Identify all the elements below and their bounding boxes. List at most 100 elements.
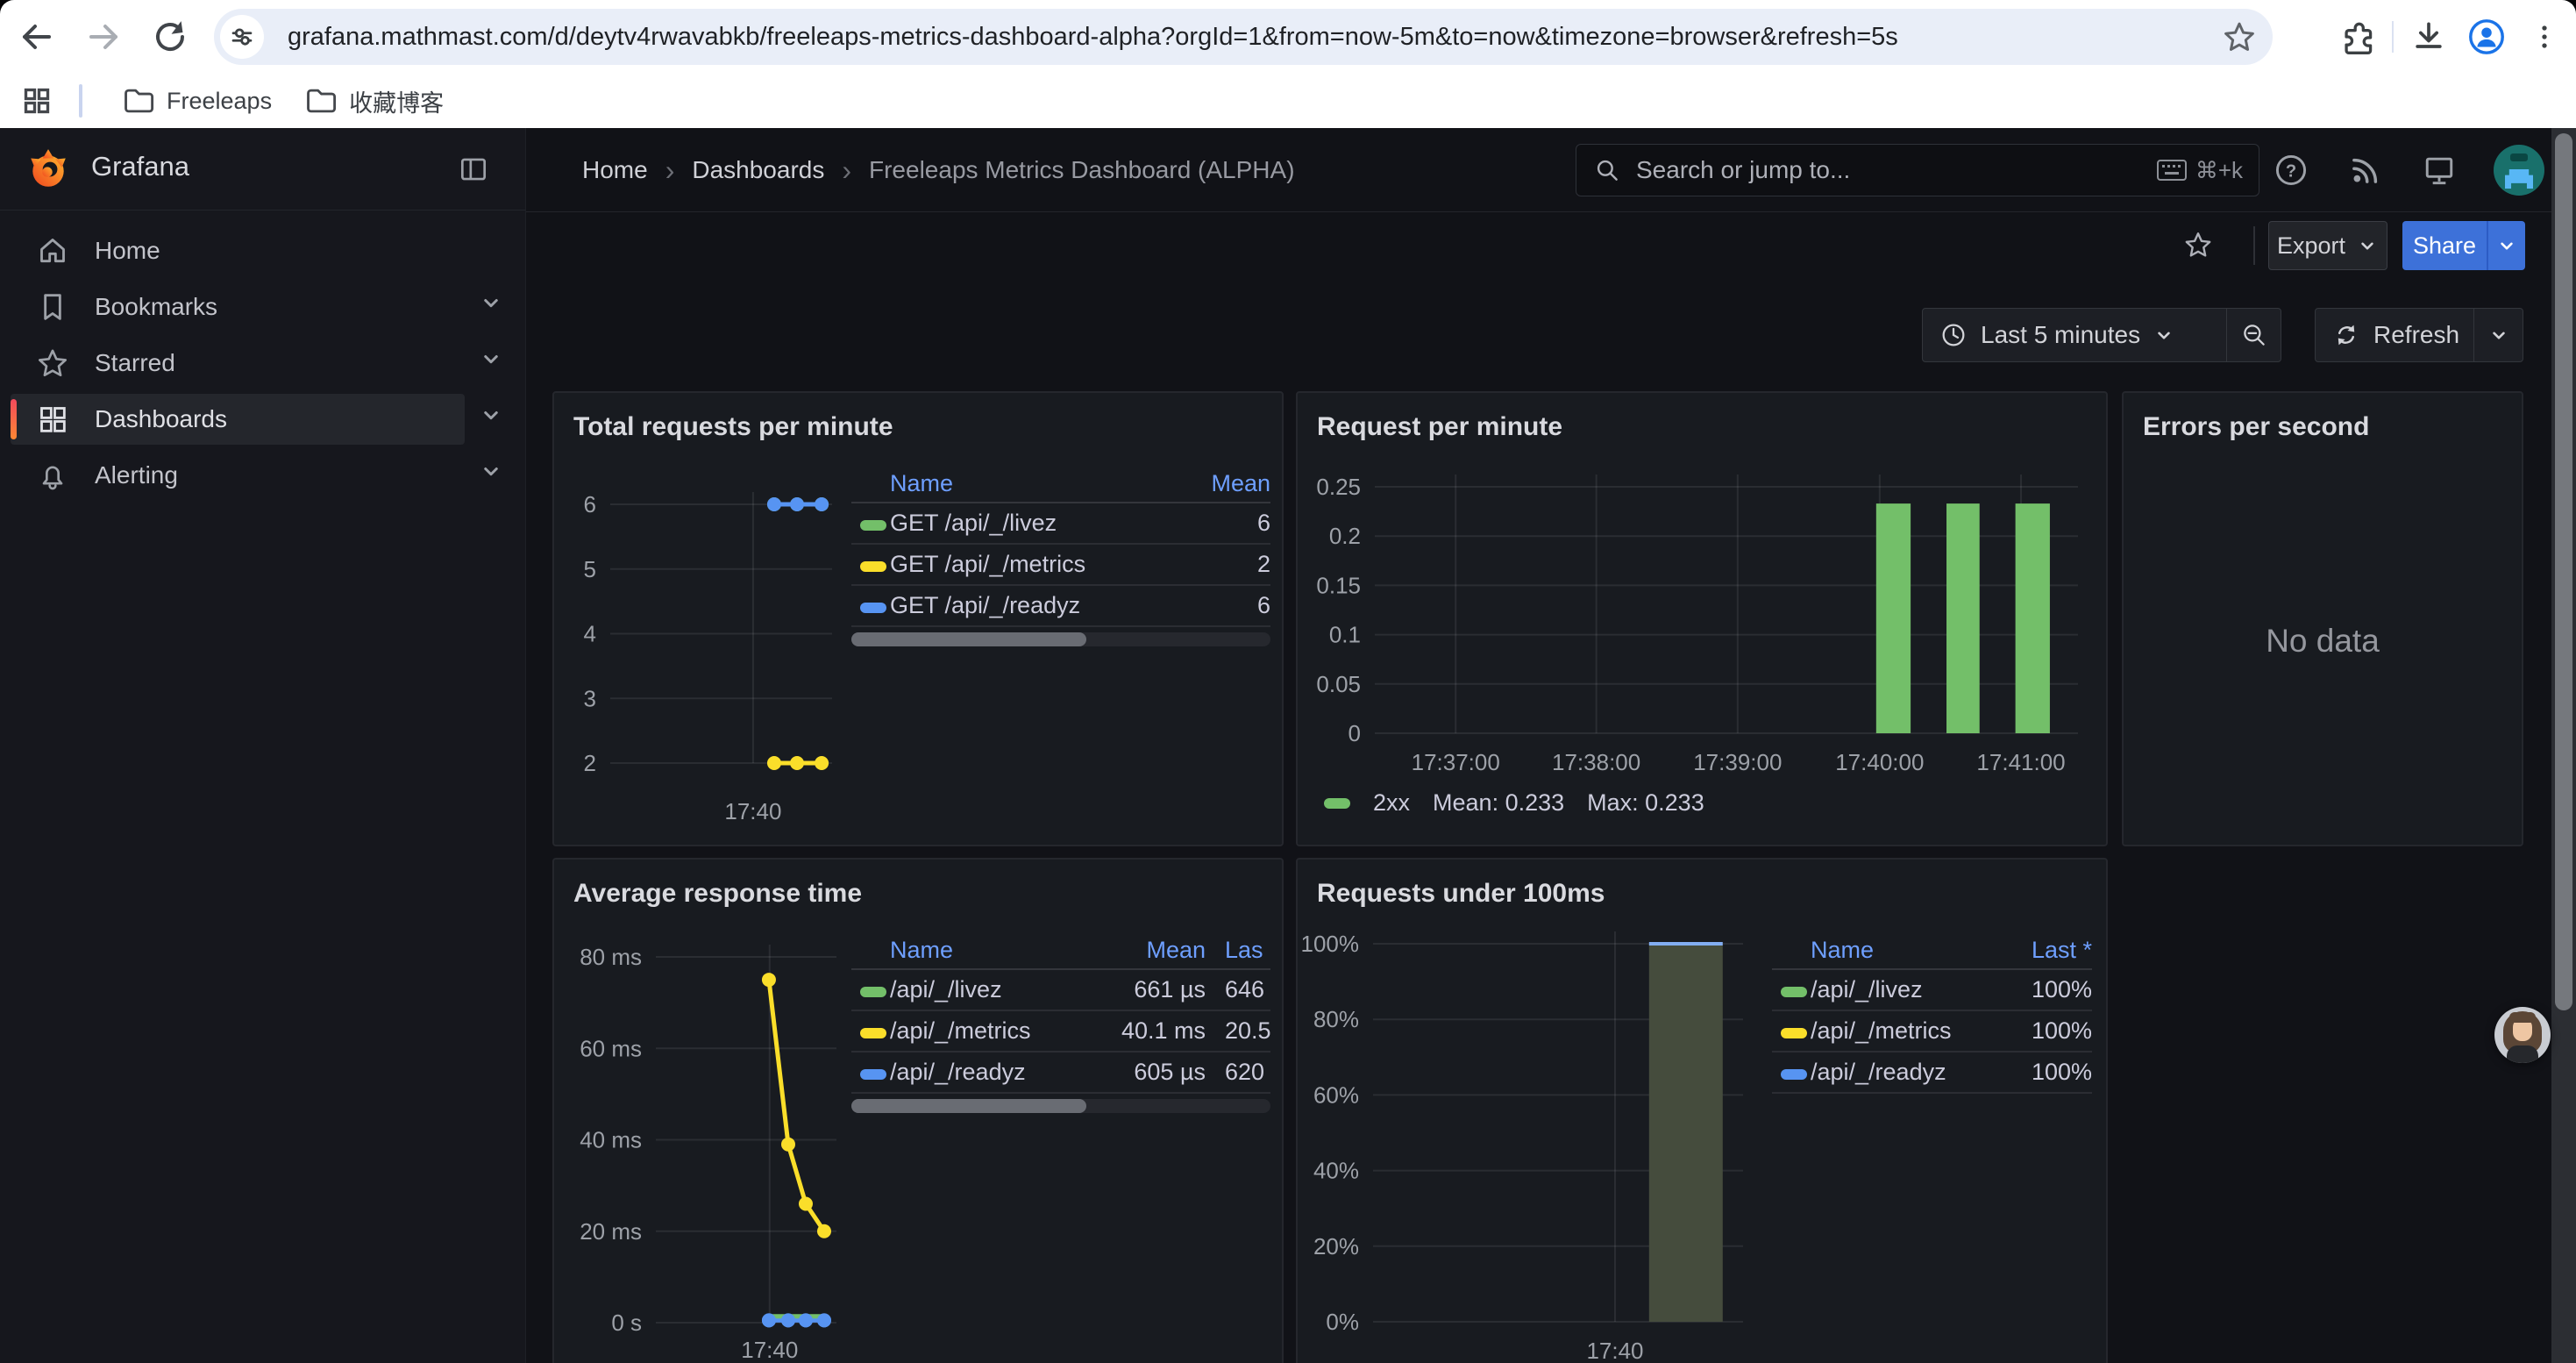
back-button[interactable] <box>16 16 58 58</box>
legend-header-cell[interactable]: Mean <box>1162 470 1270 497</box>
chevron-down-icon[interactable] <box>470 282 512 324</box>
scrollbar-thumb[interactable] <box>2555 133 2572 1010</box>
breadcrumb-dashboards[interactable]: Dashboards <box>692 156 824 184</box>
export-button[interactable]: Export <box>2268 221 2387 270</box>
chevron-down-icon[interactable] <box>470 450 512 492</box>
panel-title[interactable]: Errors per second <box>2143 412 2369 442</box>
sidebar-item-label: Dashboards <box>95 405 227 433</box>
folder-icon <box>303 84 337 118</box>
assistant-avatar[interactable] <box>2494 1007 2551 1063</box>
series-name[interactable]: /api/_/livez <box>890 976 1086 1003</box>
series-name[interactable]: /api/_/readyz <box>1811 1059 1983 1086</box>
sidebar-item-bookmarks[interactable]: Bookmarks <box>11 282 465 332</box>
series-name[interactable]: GET /api/_/metrics <box>890 551 1162 578</box>
legend-header-cell[interactable]: Last * <box>1983 937 2092 964</box>
help-icon[interactable]: ? <box>2270 149 2312 191</box>
legend-scrollbar[interactable] <box>851 632 1270 646</box>
chevron-down-icon <box>2487 324 2510 346</box>
series-color-pill <box>860 603 886 613</box>
svg-text:0.1: 0.1 <box>1329 622 1361 648</box>
reload-button[interactable] <box>149 16 191 58</box>
legend-row[interactable]: /api/_/metrics40.1 ms20.5 r <box>851 1011 1270 1053</box>
share-button-group: Share <box>2402 221 2525 270</box>
sidebar-item-alerting[interactable]: Alerting <box>11 450 465 501</box>
legend-table: NameMeanGET /api/_/livez6GET /api/_/metr… <box>851 465 1270 627</box>
legend-row[interactable]: GET /api/_/readyz6 <box>851 586 1270 627</box>
breadcrumb-home[interactable]: Home <box>582 156 648 184</box>
legend-header-cell[interactable]: Name <box>1811 937 1983 964</box>
legend-scrollbar[interactable] <box>851 1099 1270 1113</box>
series-name[interactable]: GET /api/_/livez <box>890 510 1162 537</box>
svg-text:0.25: 0.25 <box>1316 474 1361 500</box>
series-value: 620 <box>1206 1059 1270 1086</box>
legend-header-cell[interactable]: Name <box>890 470 1162 497</box>
legend-header-cell[interactable]: Mean <box>1086 937 1206 964</box>
legend-row[interactable]: /api/_/livez661 µs646 <box>851 970 1270 1011</box>
collapse-sidebar-icon[interactable] <box>453 149 494 189</box>
scrollbar-thumb[interactable] <box>851 1099 1086 1113</box>
svg-text:60 ms: 60 ms <box>580 1035 642 1061</box>
svg-text:0 s: 0 s <box>611 1309 642 1336</box>
legend-header: NameMeanLas <box>851 931 1270 970</box>
forward-button[interactable] <box>82 16 125 58</box>
legend-row[interactable]: /api/_/readyz605 µs620 <box>851 1053 1270 1094</box>
rss-icon[interactable] <box>2345 149 2387 191</box>
bookmark-folder-freeleaps[interactable]: Freeleaps <box>105 77 288 125</box>
breadcrumb-separator: › <box>842 154 851 187</box>
monitor-icon[interactable] <box>2418 149 2460 191</box>
series-color-cell <box>851 592 890 619</box>
avatar-detail <box>2510 153 2528 161</box>
bookmark-folder-blogs[interactable]: 收藏博客 <box>288 77 459 125</box>
sidebar-item-starred[interactable]: Starred <box>11 338 465 389</box>
toolbar-divider <box>2392 21 2394 53</box>
site-settings-icon[interactable] <box>220 15 264 59</box>
legend-row[interactable]: /api/_/livez100% <box>1772 970 2092 1011</box>
zoom-out-button[interactable] <box>2226 309 2281 361</box>
bar-chart[interactable]: 0.250.20.150.10.05017:37:0017:38:0017:39… <box>1298 393 2106 845</box>
series-name[interactable]: /api/_/livez <box>1811 976 1983 1003</box>
sidebar-item-home[interactable]: Home <box>11 225 465 276</box>
profile-icon[interactable] <box>2464 14 2509 60</box>
scrollbar-thumb[interactable] <box>851 632 1086 646</box>
grafana-logo[interactable] <box>26 147 70 191</box>
legend-header-cell[interactable]: Las <box>1206 937 1270 964</box>
svg-text:40%: 40% <box>1313 1158 1359 1184</box>
series-name[interactable]: /api/_/metrics <box>890 1017 1086 1045</box>
avatar-detail <box>2505 169 2533 189</box>
series-name[interactable]: GET /api/_/readyz <box>890 592 1162 619</box>
legend-row[interactable]: GET /api/_/metrics2 <box>851 545 1270 586</box>
legend-row[interactable]: /api/_/readyz100% <box>1772 1053 2092 1094</box>
legend-row[interactable]: GET /api/_/livez6 <box>851 503 1270 545</box>
extensions-icon[interactable] <box>2334 14 2380 60</box>
refresh-interval-button[interactable] <box>2473 309 2523 361</box>
share-button[interactable]: Share <box>2402 221 2487 270</box>
page-scrollbar[interactable] <box>2551 128 2576 1363</box>
panel-request-per-minute: Request per minute 0.250.20.150.10.05017… <box>1296 391 2108 846</box>
time-range-picker[interactable]: Last 5 minutes <box>1923 320 2226 350</box>
url-text[interactable]: grafana.mathmast.com/d/deytv4rwavabkb/fr… <box>288 9 1898 65</box>
legend-header-cell[interactable]: Name <box>890 937 1086 964</box>
series-name[interactable]: /api/_/readyz <box>890 1059 1086 1086</box>
chevron-down-icon[interactable] <box>470 338 512 380</box>
search-placeholder: Search or jump to... <box>1636 156 2157 184</box>
series-color-cell <box>851 551 890 578</box>
favorite-star-icon[interactable] <box>2174 221 2222 268</box>
series-value: 605 µs <box>1086 1059 1206 1086</box>
menu-icon[interactable] <box>2522 14 2567 60</box>
bookmark-star-icon[interactable] <box>2218 16 2260 58</box>
share-menu-button[interactable] <box>2487 221 2525 270</box>
series-value: 6 <box>1162 510 1270 537</box>
sidebar-item-dashboards[interactable]: Dashboards <box>11 394 465 445</box>
user-avatar[interactable] <box>2494 145 2544 196</box>
legend-row[interactable]: /api/_/metrics100% <box>1772 1011 2092 1053</box>
apps-grid-icon[interactable] <box>18 82 56 120</box>
url-bar[interactable]: grafana.mathmast.com/d/deytv4rwavabkb/fr… <box>214 9 2273 65</box>
series-name[interactable]: /api/_/metrics <box>1811 1017 1983 1045</box>
search-input[interactable]: Search or jump to... ⌘+k <box>1576 144 2259 196</box>
chevron-down-icon <box>2356 234 2379 257</box>
download-icon[interactable] <box>2406 14 2451 60</box>
refresh-button[interactable]: Refresh <box>2316 320 2473 350</box>
legend-inline[interactable]: 2xx Mean: 0.233 Max: 0.233 <box>1324 789 1704 817</box>
legend-body: /api/_/livez661 µs646/api/_/metrics40.1 … <box>851 970 1270 1094</box>
chevron-down-icon[interactable] <box>470 394 512 436</box>
